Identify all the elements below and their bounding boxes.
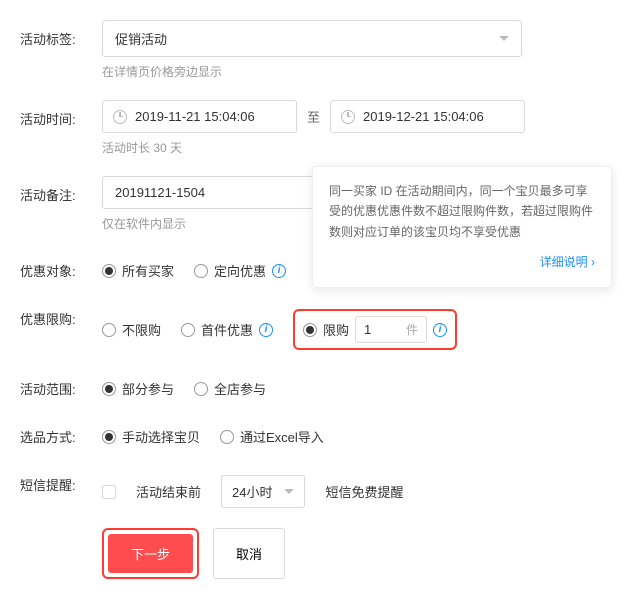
to-label: 至 bbox=[307, 107, 320, 126]
info-icon[interactable]: i bbox=[272, 264, 286, 278]
radio-icon bbox=[102, 264, 116, 278]
activity-tag-hint: 在详情页价格旁边显示 bbox=[102, 63, 624, 80]
limit-tooltip: 同一买家 ID 在活动期间内，同一个宝贝最多可享受的优惠优惠件数不超过限购件数，… bbox=[312, 166, 612, 288]
radio-label: 不限购 bbox=[122, 320, 161, 339]
label-activity-scope: 活动范围: bbox=[20, 370, 102, 398]
radio-no-limit[interactable]: 不限购 bbox=[102, 320, 161, 339]
radio-icon bbox=[102, 323, 116, 337]
label-discount-limit: 优惠限购: bbox=[20, 300, 102, 328]
radio-targeted[interactable]: 定向优惠 i bbox=[194, 261, 286, 280]
radio-label: 部分参与 bbox=[122, 379, 174, 398]
next-button-highlight: 下一步 bbox=[102, 528, 199, 579]
sms-time-value: 24小时 bbox=[232, 482, 272, 501]
radio-label: 首件优惠 bbox=[201, 320, 253, 339]
radio-label: 通过Excel导入 bbox=[240, 427, 324, 446]
radio-icon bbox=[102, 382, 116, 396]
radio-all-buyers[interactable]: 所有买家 bbox=[102, 261, 174, 280]
info-icon[interactable]: i bbox=[259, 323, 273, 337]
limit-highlight: 限购 1 件 i bbox=[293, 309, 457, 350]
radio-icon bbox=[181, 323, 195, 337]
radio-icon bbox=[220, 430, 234, 444]
radio-icon bbox=[194, 382, 208, 396]
sms-checkbox[interactable] bbox=[102, 485, 116, 499]
radio-label: 定向优惠 bbox=[214, 261, 266, 280]
radio-icon bbox=[303, 323, 317, 337]
label-sms-remind: 短信提醒: bbox=[20, 466, 102, 494]
radio-icon bbox=[102, 430, 116, 444]
label-activity-tag: 活动标签: bbox=[20, 20, 102, 48]
label-activity-time: 活动时间: bbox=[20, 100, 102, 128]
label-discount-target: 优惠对象: bbox=[20, 252, 102, 280]
radio-first-item[interactable]: 首件优惠 i bbox=[181, 320, 273, 339]
end-time-value: 2019-12-21 15:04:06 bbox=[363, 109, 484, 124]
start-time-value: 2019-11-21 15:04:06 bbox=[135, 109, 255, 124]
radio-excel-import[interactable]: 通过Excel导入 bbox=[220, 427, 324, 446]
radio-icon bbox=[194, 264, 208, 278]
tooltip-text: 同一买家 ID 在活动期间内，同一个宝贝最多可享受的优惠优惠件数不超过限购件数，… bbox=[329, 184, 593, 239]
sms-time-select[interactable]: 24小时 bbox=[221, 475, 305, 508]
radio-partial[interactable]: 部分参与 bbox=[102, 379, 174, 398]
activity-note-value: 20191121-1504 bbox=[115, 185, 205, 200]
sms-note: 短信免费提醒 bbox=[325, 482, 403, 501]
sms-before-label: 活动结束前 bbox=[136, 482, 201, 501]
limit-unit: 件 bbox=[406, 321, 418, 338]
radio-label: 全店参与 bbox=[214, 379, 266, 398]
limit-qty-input[interactable]: 1 件 bbox=[355, 316, 427, 343]
start-time-input[interactable]: 2019-11-21 15:04:06 bbox=[102, 100, 297, 133]
info-icon[interactable]: i bbox=[433, 323, 447, 337]
radio-label: 手动选择宝贝 bbox=[122, 427, 200, 446]
chevron-down-icon bbox=[284, 489, 294, 494]
activity-tag-select[interactable]: 促销活动 bbox=[102, 20, 522, 57]
label-select-method: 选品方式: bbox=[20, 418, 102, 446]
clock-icon bbox=[341, 110, 355, 124]
tooltip-link[interactable]: 详细说明 bbox=[329, 252, 595, 272]
clock-icon bbox=[113, 110, 127, 124]
radio-all-store[interactable]: 全店参与 bbox=[194, 379, 266, 398]
limit-qty-value: 1 bbox=[364, 322, 371, 337]
cancel-button[interactable]: 取消 bbox=[213, 528, 285, 579]
activity-time-hint: 活动时长 30 天 bbox=[102, 139, 624, 156]
activity-tag-value: 促销活动 bbox=[115, 29, 167, 48]
radio-manual-select[interactable]: 手动选择宝贝 bbox=[102, 427, 200, 446]
end-time-input[interactable]: 2019-12-21 15:04:06 bbox=[330, 100, 525, 133]
radio-label: 所有买家 bbox=[122, 261, 174, 280]
radio-label: 限购 bbox=[323, 320, 349, 339]
label-activity-note: 活动备注: bbox=[20, 176, 102, 204]
radio-limit-qty[interactable]: 限购 bbox=[303, 320, 349, 339]
next-button[interactable]: 下一步 bbox=[108, 534, 193, 573]
chevron-down-icon bbox=[499, 36, 509, 41]
